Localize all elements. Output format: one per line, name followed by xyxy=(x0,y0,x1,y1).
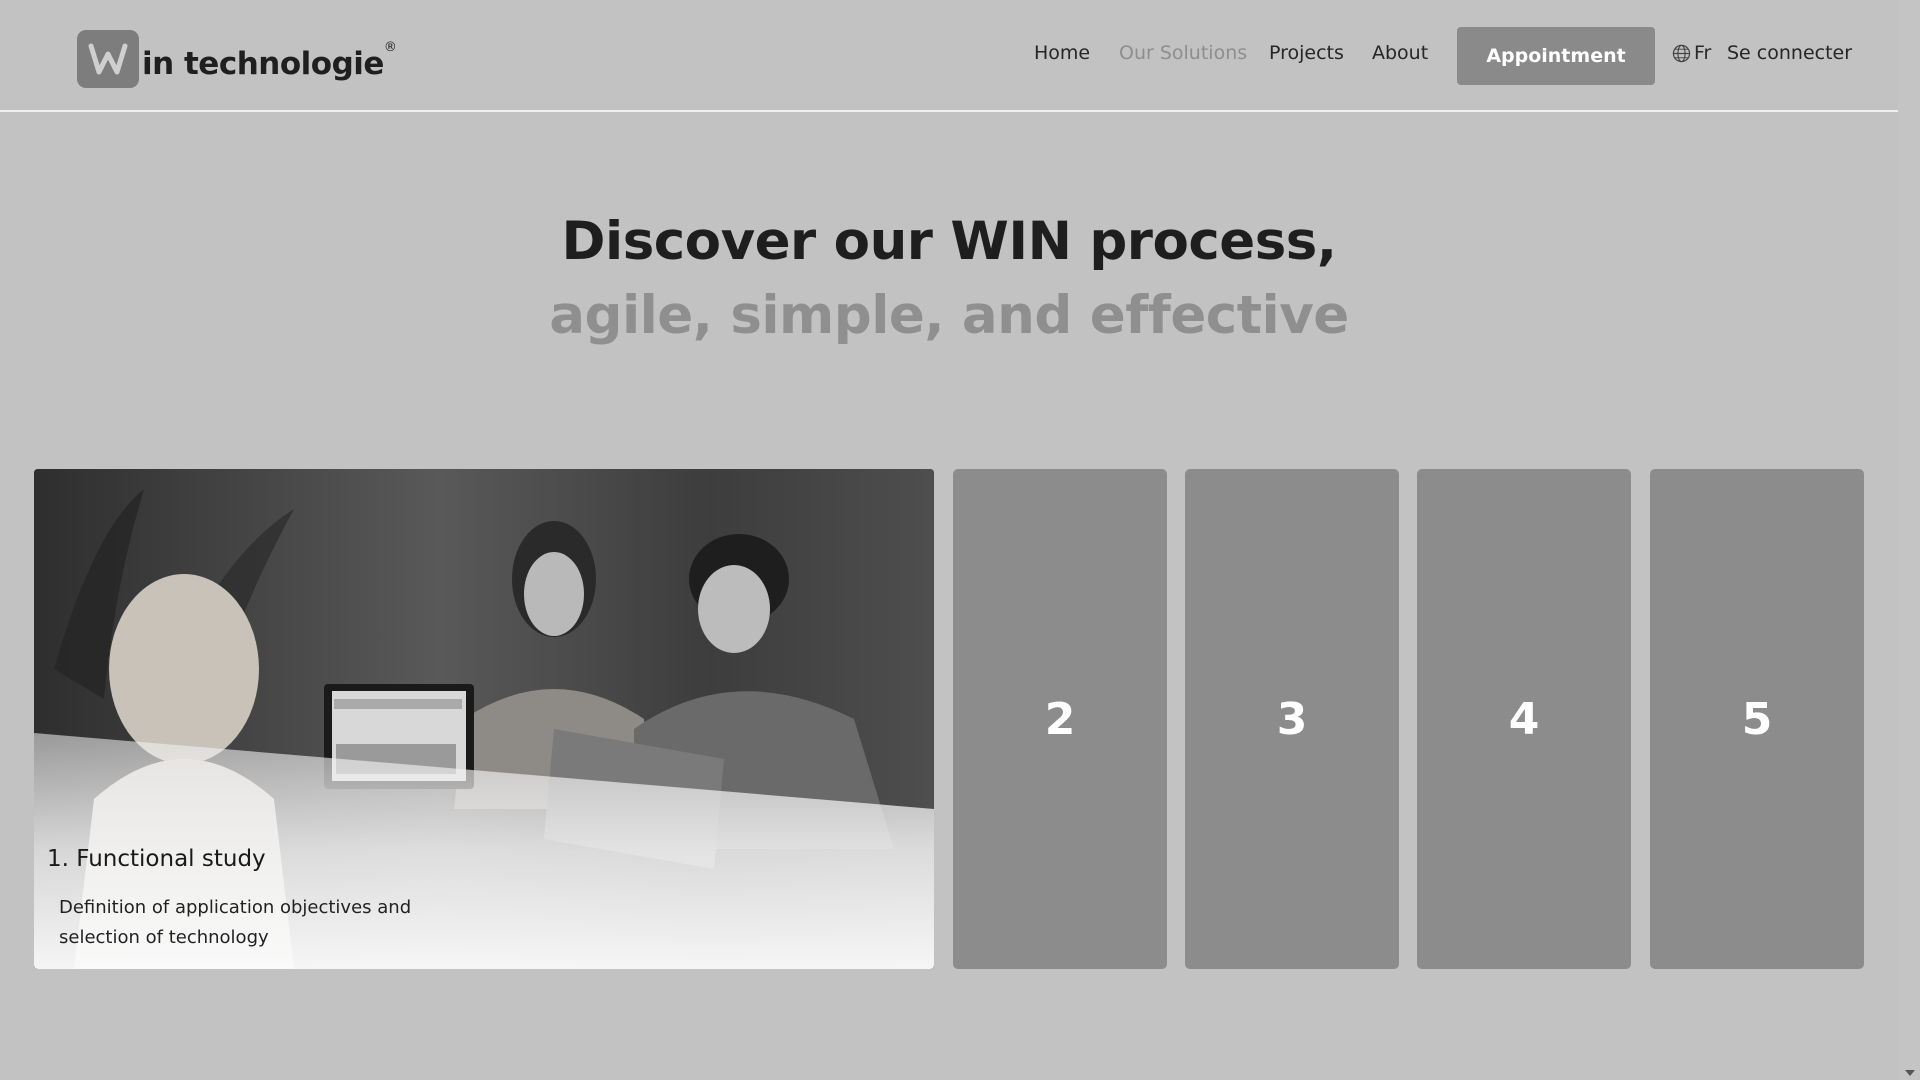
nav-projects[interactable]: Projects xyxy=(1269,42,1344,64)
globe-icon xyxy=(1672,44,1691,62)
nav-about[interactable]: About xyxy=(1372,42,1428,64)
process-card-step-5[interactable]: 5 xyxy=(1650,469,1864,969)
site-header: in technologie® Home Our Solutions Proje… xyxy=(0,0,1898,112)
appointment-button[interactable]: Appointment xyxy=(1457,27,1655,85)
scroll-down-arrow-icon[interactable] xyxy=(1905,1070,1915,1076)
step-number: 4 xyxy=(1508,693,1540,745)
scrollbar[interactable] xyxy=(1898,0,1920,1080)
header-divider xyxy=(0,110,1898,112)
nav-our-solutions[interactable]: Our Solutions xyxy=(1119,42,1247,64)
step-number: 5 xyxy=(1741,693,1773,745)
login-link[interactable]: Se connecter xyxy=(1727,42,1852,64)
nav-home[interactable]: Home xyxy=(1034,42,1090,64)
language-switcher[interactable]: Fr xyxy=(1672,42,1711,64)
process-card-step-3[interactable]: 3 xyxy=(1185,469,1399,969)
hero-heading: Discover our WIN process, agile, simple,… xyxy=(0,205,1898,353)
hero-title: Discover our WIN process, xyxy=(561,211,1337,272)
process-cards: 1. Functional study Definition of applic… xyxy=(0,469,1920,969)
step-number: 3 xyxy=(1276,693,1308,745)
page: in technologie® Home Our Solutions Proje… xyxy=(0,0,1920,1080)
process-card-step-2[interactable]: 2 xyxy=(953,469,1167,969)
step-number: 2 xyxy=(1044,693,1076,745)
step-1-title: 1. Functional study xyxy=(47,846,266,872)
language-label: Fr xyxy=(1694,42,1712,64)
process-card-step-4[interactable]: 4 xyxy=(1417,469,1631,969)
step-1-description: Definition of application objectives and… xyxy=(59,897,412,948)
process-card-active[interactable]: 1. Functional study Definition of applic… xyxy=(34,469,934,969)
hero-subtitle: agile, simple, and effective xyxy=(549,285,1349,346)
